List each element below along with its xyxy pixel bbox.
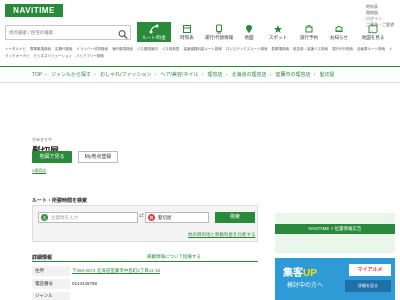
gnav-route[interactable]: ルート/料金 (137, 22, 171, 42)
gnav-view-map[interactable]: 地図を見る (354, 22, 392, 42)
swap-icon[interactable]: ⇄ (139, 212, 144, 219)
breadcrumb-item[interactable]: TOP (32, 72, 42, 78)
category-link[interactable]: 航空券・高速バス検索 (293, 47, 328, 51)
view-on-map-button[interactable]: 地図で見る (32, 151, 72, 163)
category-link[interactable]: ドライバー渋滞検索 (77, 47, 108, 51)
compare-link[interactable]: 他の目的地と移動料金を比較する (188, 232, 256, 238)
view-map-icon (354, 24, 392, 35)
gnav-map[interactable]: 地図 (236, 22, 262, 42)
divider (0, 66, 400, 67)
report-link[interactable]: 掲載情報について指摘する (147, 254, 201, 260)
breadcrumb-item[interactable]: 北海道の理容店 (231, 72, 266, 78)
train-info-icon (203, 24, 235, 35)
divider (32, 261, 258, 262)
breadcrumb-current: 髪切屋 (319, 72, 335, 78)
breadcrumb-item[interactable]: 室蘭市の理容店 (276, 72, 311, 78)
detail-value: 0143449768 (72, 281, 98, 286)
breadcrumb-item[interactable]: ジャンルから探す (51, 72, 91, 78)
detail-label: 電話番号 (32, 279, 70, 289)
breadcrumb-item[interactable]: おしゃれ/ファッション (100, 72, 151, 78)
timetable-icon (172, 24, 202, 35)
breadcrumb-item[interactable]: ヘア/美容/ネイル (161, 72, 199, 78)
ad-subline: 検討中の方へ (287, 283, 324, 289)
address-link[interactable]: 〒050-0074 北海道室蘭市中島町2丁目11-18 (72, 268, 160, 273)
gnav-spot[interactable]: スポット (263, 22, 293, 42)
destination-marker-icon: 着 (148, 214, 155, 221)
category-links: トータルナビ 電車乗換検索 定期代検索 ドライバー渋滞検索 海外乗換検索 バス乗換案内 バス… (5, 46, 395, 61)
route-search-panel: 出 出発地を入力 ⇄ 着 髪切屋 検索 他の目的地と移動料金を比較する (32, 205, 258, 242)
gnav-train-info[interactable]: 運行/代替情報 (203, 22, 235, 42)
route-search-heading: ルート・所要時間を検索 (32, 198, 88, 204)
category-link[interactable]: バリアフリー検索 (76, 54, 104, 58)
ad-banner[interactable]: 集客UP 検討中の方へ マイアルメ 詳細を見る (275, 258, 395, 300)
ad-brand: マイアルメ (349, 264, 391, 276)
category-link[interactable]: 定期代検索 (55, 47, 73, 51)
category-link[interactable]: 自転車ルート検索 (357, 47, 385, 51)
detail-heading: 詳細情報 (32, 255, 53, 261)
gnav-notice[interactable]: お知らせ (325, 22, 353, 42)
navitime-ad-link[interactable]: NAVITIME × 位置情報広告 (275, 224, 395, 234)
search-icon[interactable] (117, 27, 129, 40)
departure-input[interactable]: 出 出発地を入力 (38, 212, 138, 223)
detail-label: ジャンル (32, 292, 70, 300)
category-link[interactable]: バス乗換案内 (137, 47, 158, 51)
place-search-input[interactable] (6, 26, 116, 39)
travel-icon (294, 24, 324, 35)
divider (0, 82, 400, 83)
category-link[interactable]: ロジスティクスルート検索 (226, 47, 268, 51)
category-link[interactable]: 高速道路料金ルート検索 (183, 47, 222, 51)
departure-marker-icon: 出 (41, 214, 48, 221)
detail-label: 住所 (32, 266, 70, 276)
category-link[interactable]: 海外乗換検索 (112, 47, 133, 51)
ad-headline: 集客 (283, 268, 303, 279)
route-icon (137, 24, 171, 35)
notice-icon (325, 24, 353, 35)
category-link[interactable]: 電車乗換検索 (30, 47, 51, 51)
route-search-button[interactable]: 検索 (215, 212, 255, 223)
detail-value: 〒050-0074 北海道室蘭市中島町2丁目11-18 (72, 266, 160, 276)
category-link[interactable]: トータルナビ (5, 47, 26, 51)
place-search-box[interactable] (5, 25, 131, 40)
breadcrumb: TOP › ジャンルから探す › おしゃれ/ファッション › ヘア/美容/ネイル › 理… (32, 72, 335, 78)
gnav-timetable[interactable]: 時刻表 (172, 22, 202, 42)
category-link[interactable]: 0理容店 (32, 168, 46, 174)
map-icon (236, 24, 262, 35)
category-link[interactable]: 駐車場検索 (272, 47, 290, 51)
category-link[interactable]: 運行代行検索 (332, 47, 353, 51)
breadcrumb-item[interactable]: 理容店 (207, 72, 222, 78)
category-link[interactable]: ビジネスソリューション (34, 54, 72, 58)
ad-cta-button[interactable]: 詳細を見る (345, 280, 391, 292)
place-kana: かみきりや (32, 137, 52, 142)
navitime-logo[interactable]: NAVITIME (5, 4, 63, 17)
register-my-place-button[interactable]: My地点登録 (78, 151, 118, 163)
spot-icon (263, 24, 293, 35)
destination-input[interactable]: 着 髪切屋 (145, 212, 209, 223)
ad-headline-up: UP (303, 268, 317, 279)
gnav-travel[interactable]: 旅行予約 (294, 22, 324, 42)
category-link[interactable]: バス時刻表 (162, 47, 180, 51)
